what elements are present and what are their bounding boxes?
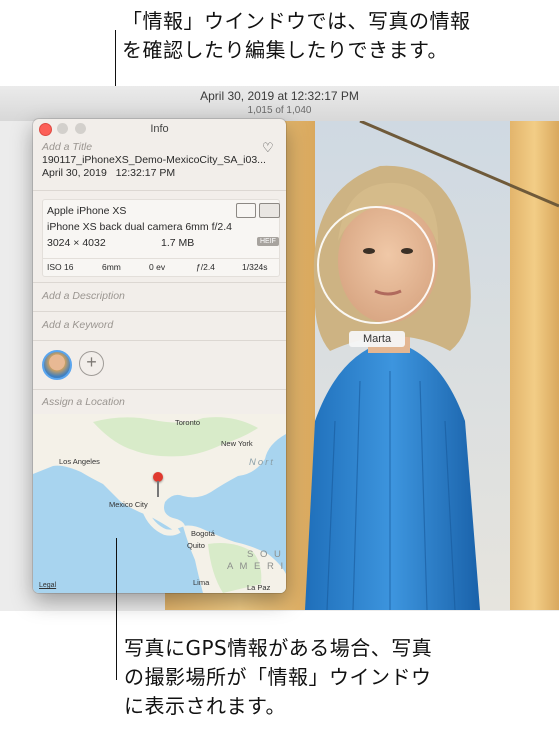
photo-time: 12:32:17 PM: [115, 167, 176, 179]
divider: [33, 311, 286, 312]
favorite-heart-icon[interactable]: ♡: [262, 140, 274, 156]
camera-model: Apple iPhone XS: [47, 205, 127, 217]
map-label-south-america-1: S O U T: [247, 549, 286, 560]
exif-shutter: 1/324s: [242, 262, 268, 272]
callout-bottom-leader: [116, 538, 117, 680]
image-dimensions: 3024 × 4032: [47, 237, 106, 249]
map-pin-stem: [157, 481, 159, 497]
location-field[interactable]: Assign a Location: [42, 396, 125, 408]
photos-titlebar: April 30, 2019 at 12:32:17 PM 1,015 of 1…: [0, 86, 559, 122]
exif-focal: 6mm: [102, 262, 121, 272]
photo-count: 1,015 of 1,040: [247, 105, 312, 116]
map-label-toronto: Toronto: [175, 418, 201, 427]
map-legal-link[interactable]: Legal: [39, 582, 56, 589]
info-window-title: Info: [150, 123, 169, 135]
location-map[interactable]: Toronto New York Los Angeles Nort Mexico…: [33, 414, 286, 593]
keyword-field[interactable]: Add a Keyword: [42, 319, 113, 331]
camera-info-box: Apple iPhone XS iPhone XS back dual came…: [42, 199, 280, 277]
callout-bottom: 写真にGPS情報がある場合、写真 の撮影場所が「情報」ウインドウ に表示されます…: [124, 634, 544, 721]
person-avatar[interactable]: [42, 350, 72, 380]
metadata-section: Add a Title 190117_iPhoneXS_Demo-MexicoC…: [42, 141, 277, 179]
map-label-north: Nort: [249, 457, 275, 468]
exif-aperture: ƒ/2.4: [196, 262, 215, 272]
callout-bottom-line3: に表示されます。: [124, 694, 286, 718]
map-label-los-angeles: Los Angeles: [59, 457, 100, 466]
callout-bottom-line1: 写真にGPS情報がある場合、写真: [124, 636, 433, 660]
callout-bottom-line2: の撮影場所が「情報」ウインドウ: [124, 665, 432, 689]
file-size: 1.7 MB: [161, 237, 195, 249]
map-label-mexico-city: Mexico City: [109, 500, 148, 509]
description-field[interactable]: Add a Description: [42, 290, 125, 302]
date-time[interactable]: April 30, 2019 12:32:17 PM: [42, 167, 277, 179]
divider: [33, 282, 286, 283]
map-label-bogota: Bogotá: [191, 529, 215, 538]
exif-row: ISO 16 6mm 0 ev ƒ/2.4 1/324s: [43, 258, 279, 277]
title-field[interactable]: Add a Title: [42, 141, 277, 153]
map-label-quito: Quito: [187, 541, 205, 550]
divider: [33, 190, 286, 191]
divider: [33, 340, 286, 341]
camera-icon: [236, 203, 256, 218]
face-detection-ring[interactable]: [317, 206, 435, 324]
map-pin-icon[interactable]: [153, 472, 163, 500]
map-label-lima: Lima: [193, 578, 210, 587]
photo-date: April 30, 2019: [42, 167, 107, 179]
exif-iso: ISO 16: [47, 262, 74, 272]
filename: 190117_iPhoneXS_Demo-MexicoCity_SA_i03..…: [42, 154, 266, 166]
callout-top-line2: を確認したり編集したりできます。: [122, 38, 448, 62]
face-name-tag[interactable]: Marta: [349, 331, 405, 347]
map-label-la-paz: La Paz: [247, 583, 271, 592]
add-person-button[interactable]: +: [79, 351, 104, 376]
divider: [33, 389, 286, 390]
info-window: Info Add a Title 190117_iPhoneXS_Demo-Me…: [33, 119, 286, 593]
exif-ev: 0 ev: [149, 262, 166, 272]
map-label-new-york: New York: [221, 439, 253, 448]
lens-icon: [259, 203, 280, 218]
format-badge: HEIF: [257, 237, 279, 246]
callout-top: 「情報」ウインドウでは、写真の情報 を確認したり編集したりできます。: [122, 7, 542, 65]
camera-lens: iPhone XS back dual camera 6mm f/2.4: [47, 221, 233, 233]
photo-date-title: April 30, 2019 at 12:32:17 PM: [200, 89, 359, 103]
callout-top-line1: 「情報」ウインドウでは、写真の情報: [122, 9, 471, 33]
map-label-south-america-2: A M E R I: [227, 561, 286, 572]
info-titlebar: Info: [33, 119, 286, 139]
